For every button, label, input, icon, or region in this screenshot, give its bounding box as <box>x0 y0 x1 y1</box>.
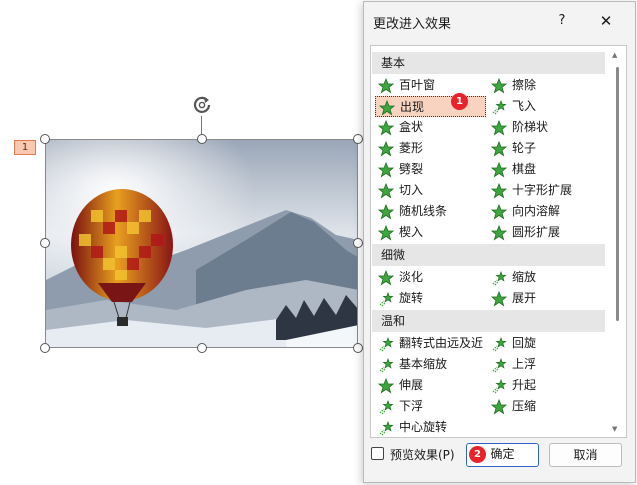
effect-label: 劈裂 <box>399 162 424 176</box>
effect-item[interactable]: 下浮 <box>375 396 483 417</box>
app-window: 1 更改进入效果 ? ✕ 基本 百叶窗 擦除 出现 飞入 盒状 阶梯状 菱形 轮… <box>0 0 637 485</box>
effect-item[interactable]: 盒状 <box>375 117 483 138</box>
scroll-thumb[interactable] <box>616 67 619 321</box>
effect-item[interactable]: 基本缩放 <box>375 354 483 375</box>
vertical-scrollbar[interactable]: ▲ ▼ <box>608 47 626 437</box>
step-badge-1: 1 <box>451 93 468 110</box>
effect-item[interactable]: 向内溶解 <box>488 201 596 222</box>
effect-label: 百叶窗 <box>399 78 436 92</box>
change-entrance-effect-dialog: 更改进入效果 ? ✕ 基本百叶窗 擦除出现 飞入盒状 阶梯状菱形 轮子劈裂 棋盘切入 十字形… <box>363 1 636 483</box>
effect-item[interactable]: 圆形扩展 <box>488 222 596 243</box>
effect-item[interactable]: 阶梯状 <box>488 117 596 138</box>
effect-label: 向内溶解 <box>512 204 561 218</box>
section-header: 温和 <box>372 310 605 332</box>
effect-label: 楔入 <box>399 225 424 239</box>
effect-item[interactable]: 十字形扩展 <box>488 180 596 201</box>
resize-handle-top-left[interactable] <box>40 134 50 144</box>
preview-effect-checkbox[interactable] <box>371 447 384 460</box>
effect-label: 回旋 <box>512 336 537 350</box>
effect-item[interactable]: 劈裂 <box>375 159 483 180</box>
rotate-handle-icon[interactable] <box>191 94 213 116</box>
effect-item[interactable]: 随机线条 <box>375 201 483 222</box>
effect-label: 圆形扩展 <box>512 225 561 239</box>
effect-label: 翻转式由远及近 <box>399 336 484 350</box>
effect-label: 棋盘 <box>512 162 537 176</box>
effect-label: 十字形扩展 <box>512 183 573 197</box>
effect-item[interactable]: 菱形 <box>375 138 483 159</box>
effect-label: 随机线条 <box>399 204 448 218</box>
effect-item[interactable]: 旋转 <box>375 288 483 309</box>
section-header: 细微 <box>372 244 605 266</box>
effect-label: 切入 <box>399 183 424 197</box>
effect-label: 上浮 <box>512 357 537 371</box>
resize-handle-top[interactable] <box>197 134 207 144</box>
scroll-up-arrow-icon[interactable]: ▲ <box>612 51 617 59</box>
effect-label: 盒状 <box>399 120 424 134</box>
effect-item[interactable]: 轮子 <box>488 138 596 159</box>
resize-handle-bottom-right[interactable] <box>353 343 363 353</box>
effect-item[interactable]: 伸展 <box>375 375 483 396</box>
resize-handle-left[interactable] <box>40 238 50 248</box>
effect-item[interactable]: 擦除 <box>488 75 596 96</box>
effect-item[interactable]: 棋盘 <box>488 159 596 180</box>
effect-label: 下浮 <box>399 399 424 413</box>
animation-order-tag[interactable]: 1 <box>14 140 36 155</box>
effect-list[interactable]: 基本百叶窗 擦除出现 飞入盒状 阶梯状菱形 轮子劈裂 棋盘切入 十字形扩展随机线条 向内溶解楔… <box>370 45 627 438</box>
effect-item[interactable]: 中心旋转 <box>375 417 483 437</box>
effect-item[interactable]: 展开 <box>488 288 596 309</box>
effect-label: 菱形 <box>399 141 424 155</box>
effect-item[interactable]: 缩放 <box>488 267 596 288</box>
step-badge-2: 2 <box>469 446 486 463</box>
effect-item[interactable]: 升起 <box>488 375 596 396</box>
effect-label: 基本缩放 <box>399 357 448 371</box>
effect-label: 擦除 <box>512 78 537 92</box>
effect-label: 升起 <box>512 378 537 392</box>
effect-label: 淡化 <box>399 270 424 284</box>
effect-item[interactable]: 压缩 <box>488 396 596 417</box>
effect-item[interactable]: 翻转式由远及近 <box>375 333 483 354</box>
effect-item[interactable]: 上浮 <box>488 354 596 375</box>
effect-item[interactable]: 淡化 <box>375 267 483 288</box>
balloon-photo[interactable] <box>45 139 358 348</box>
resize-handle-right[interactable] <box>353 238 363 248</box>
help-button[interactable]: ? <box>550 9 574 33</box>
effect-item[interactable]: 楔入 <box>375 222 483 243</box>
effect-item[interactable]: 百叶窗 <box>375 75 483 96</box>
dialog-title-bar[interactable]: 更改进入效果 ? ✕ <box>364 2 635 40</box>
effect-label: 压缩 <box>512 399 537 413</box>
scroll-down-arrow-icon[interactable]: ▼ <box>612 425 617 433</box>
effect-label: 伸展 <box>399 378 424 392</box>
effect-item[interactable]: 切入 <box>375 180 483 201</box>
effect-item[interactable]: 出现 <box>375 96 486 117</box>
effect-label: 旋转 <box>399 291 424 305</box>
resize-handle-bottom[interactable] <box>197 343 207 353</box>
effect-item[interactable]: 回旋 <box>488 333 596 354</box>
preview-effect-label[interactable]: 预览效果(P) <box>390 446 455 463</box>
effect-label: 出现 <box>400 100 425 114</box>
effect-item[interactable]: 飞入 <box>488 96 596 117</box>
close-button[interactable]: ✕ <box>594 9 618 33</box>
effect-label: 缩放 <box>512 270 537 284</box>
dialog-title: 更改进入效果 <box>373 17 452 32</box>
effect-label: 展开 <box>512 291 537 305</box>
resize-handle-top-right[interactable] <box>353 134 363 144</box>
cancel-button[interactable]: 取消 <box>549 443 622 467</box>
resize-handle-bottom-left[interactable] <box>40 343 50 353</box>
effect-label: 阶梯状 <box>512 120 549 134</box>
effect-label: 中心旋转 <box>399 420 448 434</box>
effect-label: 轮子 <box>512 141 537 155</box>
effect-label: 飞入 <box>512 99 537 113</box>
section-header: 基本 <box>372 52 605 74</box>
